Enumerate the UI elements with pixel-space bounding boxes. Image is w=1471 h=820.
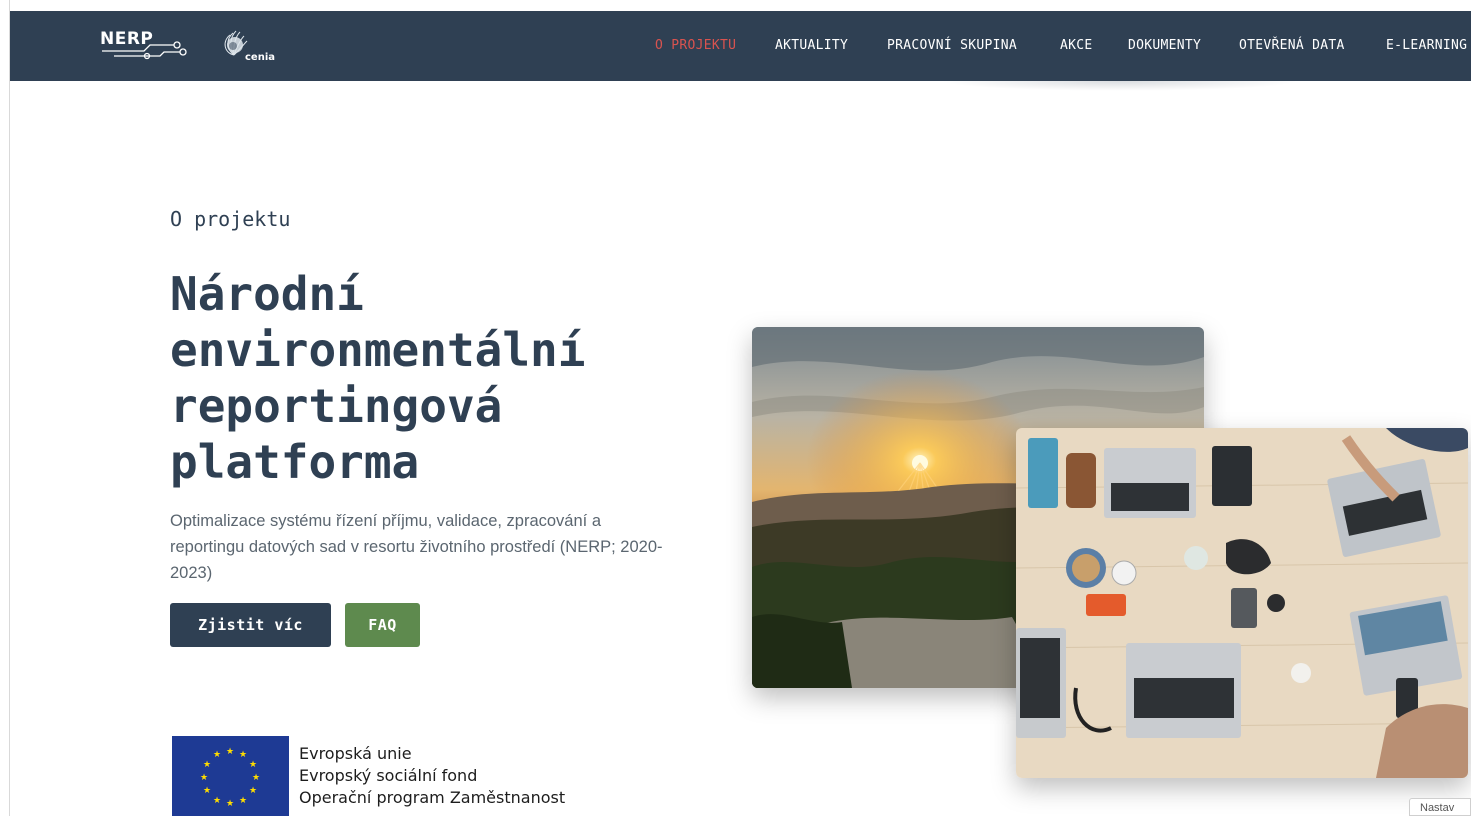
eu-flag-logo: ★ ★ ★ ★ ★ ★ ★ ★ ★ ★ ★ ★ bbox=[172, 736, 289, 816]
svg-text:★: ★ bbox=[200, 773, 208, 783]
hero-description: Optimalizace systému řízení příjmu, vali… bbox=[170, 512, 663, 582]
svg-text:★: ★ bbox=[203, 760, 211, 770]
section-eyebrow: O projektu bbox=[170, 207, 291, 231]
svg-text:★: ★ bbox=[239, 750, 247, 760]
nav-item-aktuality[interactable]: AKTUALITY bbox=[775, 38, 848, 53]
main-nav: O PROJEKTU AKTUALITY PRACOVNÍ SKUPINA AK… bbox=[10, 11, 1471, 81]
svg-text:★: ★ bbox=[249, 786, 257, 796]
nav-item-e-learning[interactable]: E-LEARNING bbox=[1386, 38, 1467, 53]
eu-line-union: Evropská unie bbox=[299, 744, 412, 763]
eu-line-fund: Evropský sociální fond bbox=[299, 766, 478, 785]
settings-corner-widget[interactable]: Nastav bbox=[1409, 798, 1471, 816]
window-top-border bbox=[0, 0, 1471, 10]
faq-button[interactable]: FAQ bbox=[345, 603, 420, 647]
hero-title: Národní environmentální reportingová pla… bbox=[170, 267, 586, 489]
svg-text:★: ★ bbox=[213, 796, 221, 806]
site-header: NERP cenia O PROJEKTU AKTUALITY PRACOVNÍ… bbox=[10, 11, 1471, 81]
eu-stars-icon: ★ ★ ★ ★ ★ ★ ★ ★ ★ ★ ★ ★ bbox=[200, 747, 260, 809]
svg-text:★: ★ bbox=[252, 773, 260, 783]
nav-item-otevrena-data[interactable]: OTEVŘENÁ DATA bbox=[1239, 38, 1345, 53]
eu-funding-text: Evropská unie Evropský sociální fond Ope… bbox=[299, 743, 565, 809]
nav-item-pracovni-skupina[interactable]: PRACOVNÍ SKUPINA bbox=[887, 38, 1017, 53]
header-shadow-curve bbox=[940, 81, 1300, 91]
svg-text:★: ★ bbox=[239, 796, 247, 806]
team-laptops-desk-photo bbox=[1016, 428, 1468, 778]
svg-text:★: ★ bbox=[249, 760, 257, 770]
nav-item-akce[interactable]: AKCE bbox=[1060, 38, 1093, 53]
nav-item-o-projektu[interactable]: O PROJEKTU bbox=[655, 38, 736, 53]
svg-text:★: ★ bbox=[213, 750, 221, 760]
window-left-border bbox=[0, 0, 10, 816]
eu-line-programme: Operační program Zaměstnanost bbox=[299, 788, 566, 807]
svg-text:★: ★ bbox=[226, 747, 234, 757]
learn-more-button[interactable]: Zjistit víc bbox=[170, 603, 331, 647]
nav-item-dokumenty[interactable]: DOKUMENTY bbox=[1128, 38, 1201, 53]
svg-text:★: ★ bbox=[226, 799, 234, 809]
svg-text:★: ★ bbox=[203, 786, 211, 796]
